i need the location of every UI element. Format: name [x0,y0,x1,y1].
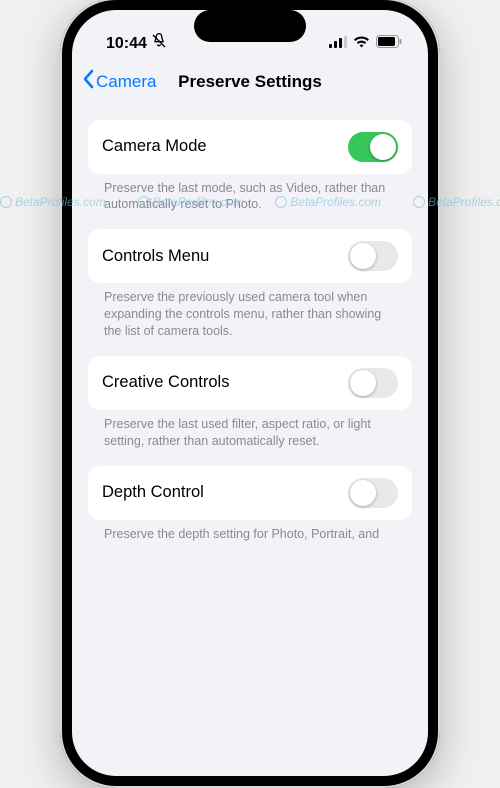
setting-row-camera-mode[interactable]: Camera Mode [88,120,412,174]
status-time: 10:44 [106,35,147,53]
signal-icon [329,35,347,53]
battery-icon [376,35,402,53]
setting-row-controls-menu[interactable]: Controls Menu [88,229,412,283]
setting-label: Creative Controls [102,373,229,392]
settings-list: Camera Mode Preserve the last mode, such… [72,102,428,553]
phone-frame: 10:44 [60,0,440,788]
toggle-depth-control[interactable] [348,478,398,508]
toggle-camera-mode[interactable] [348,132,398,162]
back-button[interactable]: Camera [82,69,156,94]
screen: 10:44 [72,10,428,776]
toggle-controls-menu[interactable] [348,241,398,271]
setting-label: Controls Menu [102,247,209,266]
nav-bar: Camera Preserve Settings [72,62,428,102]
dynamic-island [194,10,306,42]
setting-row-depth-control[interactable]: Depth Control [88,466,412,520]
setting-description: Preserve the last mode, such as Video, r… [88,174,412,224]
silent-icon [151,33,167,54]
chevron-left-icon [82,69,94,94]
back-label: Camera [96,72,156,92]
setting-label: Depth Control [102,483,204,502]
toggle-creative-controls[interactable] [348,368,398,398]
setting-label: Camera Mode [102,137,207,156]
setting-row-creative-controls[interactable]: Creative Controls [88,356,412,410]
setting-description: Preserve the depth setting for Photo, Po… [88,520,412,553]
wifi-icon [353,35,370,53]
setting-description: Preserve the previously used camera tool… [88,283,412,350]
setting-description: Preserve the last used filter, aspect ra… [88,410,412,460]
